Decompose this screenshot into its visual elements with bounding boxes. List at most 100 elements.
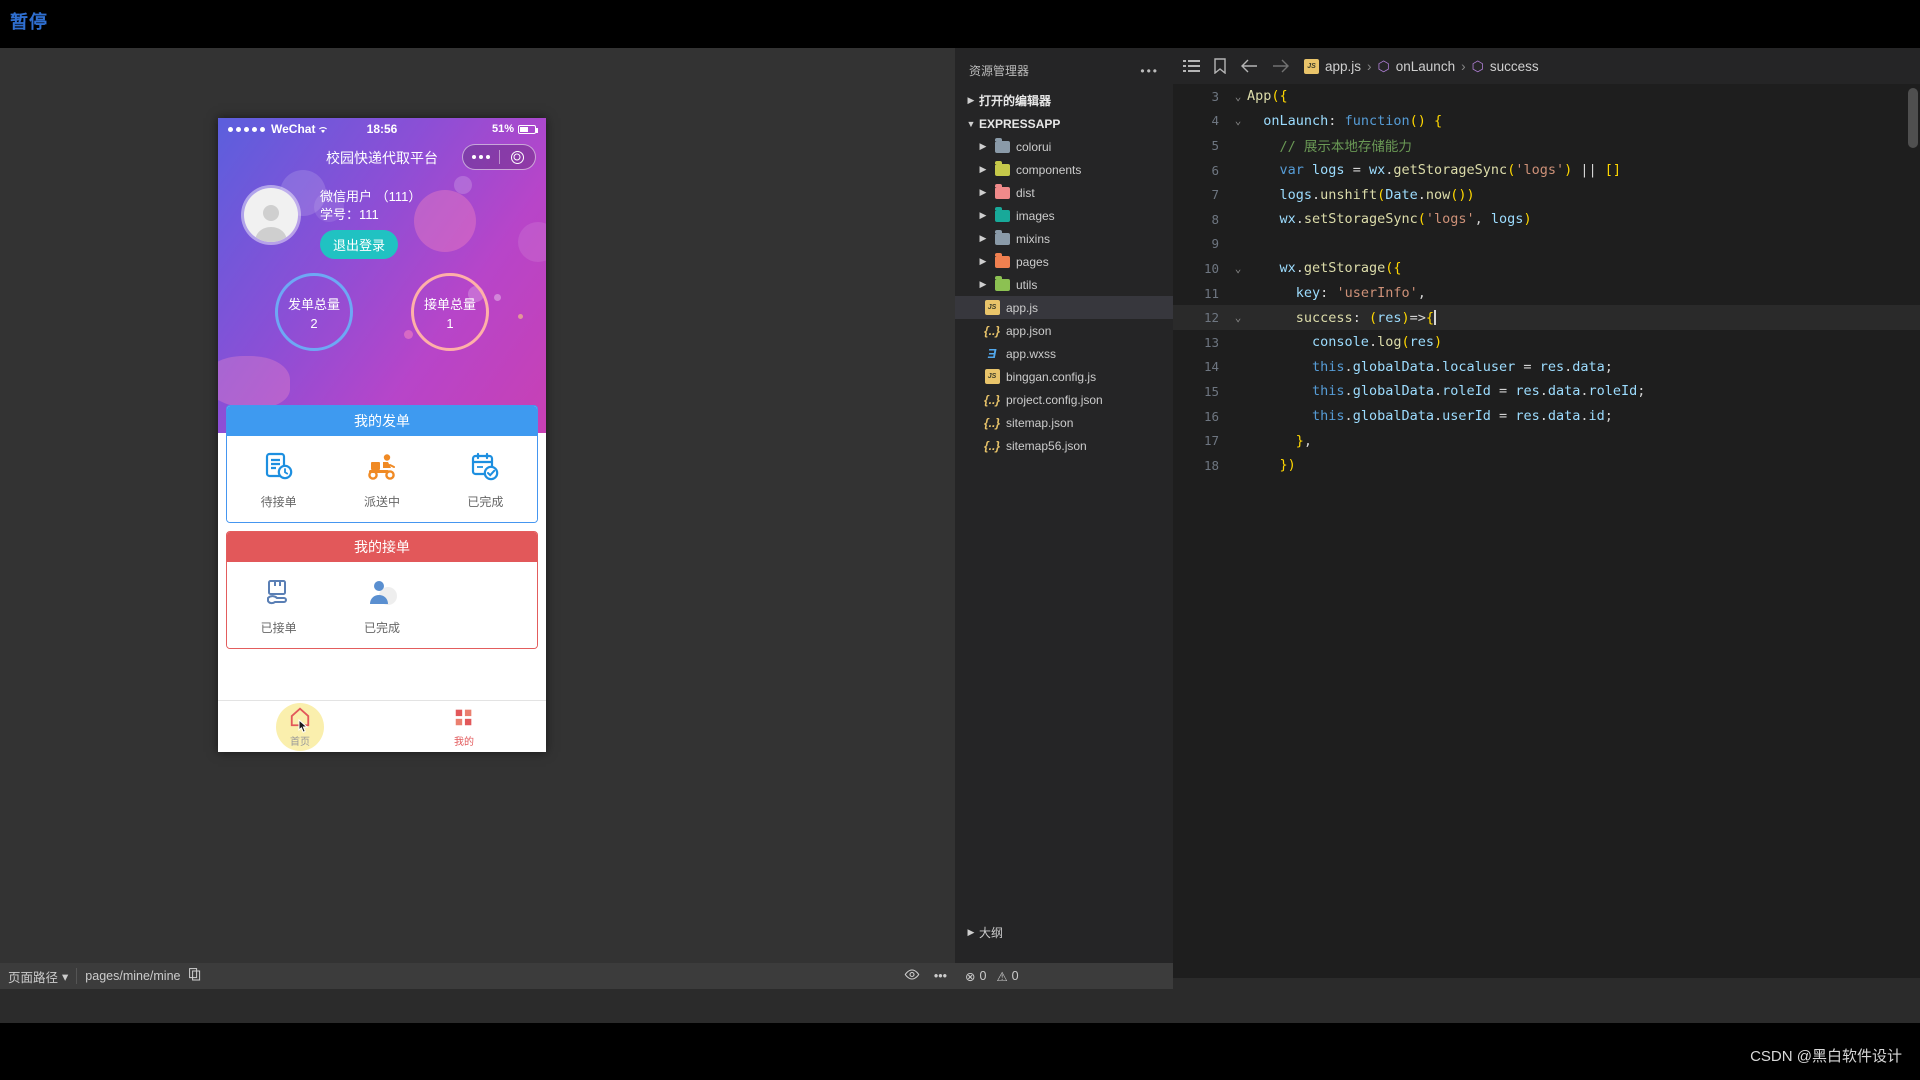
folder-label: mixins <box>1016 231 1051 246</box>
code-line: 19 // this.getOpenid(); <box>1173 478 1920 484</box>
stats-row: 发单总量 2 接单总量 1 <box>218 259 546 351</box>
editor-scrollbar[interactable] <box>1908 88 1918 148</box>
explorer-file-projectconfigjson[interactable]: {..} project.config.json <box>955 388 1173 411</box>
explorer-open-editors[interactable]: ▶ 打开的编辑器 <box>955 89 1173 112</box>
logout-button[interactable]: 退出登录 <box>320 230 399 259</box>
phone-hero: WeChat 18:56 51% 校园快递代取平台 微信用户 （111） 学号：… <box>218 118 546 433</box>
js-file-icon: JS <box>981 369 1003 384</box>
explorer-file-appwxss[interactable]: Ǝ app.wxss <box>955 342 1173 365</box>
pause-label: 暂停 <box>10 12 48 32</box>
stat-title: 接单总量 <box>423 296 476 312</box>
chevron-right-icon[interactable]: ▶ <box>975 256 991 267</box>
breadcrumb-file[interactable]: app.js <box>1325 59 1361 74</box>
chevron-right-icon[interactable]: ▶ <box>975 164 991 175</box>
more-horizontal-icon[interactable]: ••• <box>934 969 947 983</box>
explorer-file-bingganconfigjs[interactable]: JS binggan.config.js <box>955 365 1173 388</box>
explorer-project-root[interactable]: ▼ EXPRESSAPP <box>955 112 1173 135</box>
explorer-file-sitemap56json[interactable]: {..} sitemap56.json <box>955 434 1173 457</box>
hand-package-icon <box>264 576 294 610</box>
explorer-folder-dist[interactable]: ▶ dist <box>955 181 1173 204</box>
line-number: 19 <box>1173 482 1229 484</box>
chevron-right-icon[interactable]: ▶ <box>963 95 979 106</box>
cell-completed-sent[interactable]: 已完成 <box>434 450 537 510</box>
chevron-right-icon[interactable]: ▶ <box>975 233 991 244</box>
fold-toggle[interactable]: ⌄ <box>1229 114 1247 127</box>
code-line: 15 this.globalData.roleId = res.data.rol… <box>1173 379 1920 404</box>
divider <box>76 968 78 984</box>
person-check-icon <box>366 576 398 610</box>
mouse-cursor <box>294 718 312 745</box>
signal-dots-icon: WeChat <box>228 122 328 136</box>
explorer-file-sitemapjson[interactable]: {..} sitemap.json <box>955 411 1173 434</box>
phone-simulator[interactable]: WeChat 18:56 51% 校园快递代取平台 微信用户 （111） 学号：… <box>218 118 546 752</box>
eye-icon[interactable] <box>904 969 920 983</box>
card-cells: 待接单 派送中 已完成 <box>227 436 537 522</box>
fold-toggle[interactable]: ⌄ <box>1229 262 1247 275</box>
tabbar-item-mine[interactable]: 我的 <box>382 701 546 752</box>
file-label: binggan.config.js <box>1006 369 1097 384</box>
explorer-folder-components[interactable]: ▶ components <box>955 158 1173 181</box>
fold-toggle[interactable]: ⌄ <box>1229 311 1247 324</box>
avatar[interactable] <box>244 188 298 242</box>
explorer-folder-mixins[interactable]: ▶ mixins <box>955 227 1173 250</box>
list-icon[interactable] <box>1183 59 1200 73</box>
copy-icon[interactable] <box>188 968 201 984</box>
bookmark-icon[interactable] <box>1214 58 1226 74</box>
more-horizontal-icon[interactable]: ••• <box>1140 64 1159 78</box>
explorer-file-appjson[interactable]: {..} app.json <box>955 319 1173 342</box>
code-line: 7 logs.unshift(Date.now()) <box>1173 182 1920 207</box>
explorer-folder-colorui[interactable]: ▶ colorui <box>955 135 1173 158</box>
editor-toolbar: JS app.js › ⬡ onLaunch › ⬡ success <box>1173 48 1920 84</box>
chevron-right-icon[interactable]: ▶ <box>975 279 991 290</box>
explorer-folder-utils[interactable]: ▶ utils <box>955 273 1173 296</box>
error-count: 0 <box>979 969 987 983</box>
decor-blob <box>218 356 290 408</box>
explorer-folder-images[interactable]: ▶ images <box>955 204 1173 227</box>
folder-label: components <box>1016 162 1082 177</box>
page-path-selector[interactable]: 页面路径 ▾ <box>8 967 68 986</box>
cell-accepted[interactable]: 已接单 <box>227 576 330 636</box>
watermark: CSDN @黑白软件设计 <box>1750 1048 1902 1065</box>
css-file-icon: Ǝ <box>987 346 997 361</box>
breadcrumb[interactable]: JS app.js › ⬡ onLaunch › ⬡ success <box>1304 58 1539 75</box>
fold-toggle[interactable]: ⌄ <box>1229 90 1247 103</box>
code-line: 18 }) <box>1173 453 1920 478</box>
symbol-icon: ⬡ <box>1377 57 1390 74</box>
explorer-folder-pages[interactable]: ▶ pages <box>955 250 1173 273</box>
file-label: project.config.json <box>1006 392 1103 407</box>
code-line: 16 this.globalData.userId = res.data.id; <box>1173 404 1920 429</box>
more-dots-icon[interactable] <box>463 155 499 159</box>
close-circle-icon[interactable] <box>500 150 536 164</box>
line-number: 4 <box>1211 113 1219 129</box>
wechat-capsule[interactable] <box>462 144 536 170</box>
stat-taken-orders[interactable]: 接单总量 1 <box>411 273 489 351</box>
file-label: sitemap.json <box>1006 415 1074 430</box>
forward-arrow-icon[interactable] <box>1272 59 1290 73</box>
cell-delivering[interactable]: 派送中 <box>330 450 433 510</box>
breadcrumb-symbol-1[interactable]: onLaunch <box>1396 59 1455 74</box>
cell-completed-taken[interactable]: 已完成 <box>330 576 433 636</box>
stat-sent-orders[interactable]: 发单总量 2 <box>275 273 353 351</box>
back-arrow-icon[interactable] <box>1240 59 1258 73</box>
chevron-right-icon[interactable]: ▶ <box>975 141 991 152</box>
explorer-file-appjs[interactable]: JS app.js <box>955 296 1173 319</box>
bottom-black-strip <box>0 1023 1920 1080</box>
problems-status-bar: ⊗ 0 ⚠ 0 <box>955 963 1173 989</box>
warning-indicator[interactable]: ⚠ 0 <box>996 969 1018 984</box>
error-indicator[interactable]: ⊗ 0 <box>965 969 986 984</box>
line-number: 7 <box>1211 187 1219 203</box>
page-path-label: 页面路径 <box>8 970 59 985</box>
code-area[interactable]: 3 ⌄ App({ 4 ⌄ onLaunch: function() { 5 // 展… <box>1173 84 1920 484</box>
explorer-outline-section[interactable]: ▶ 大纲 <box>955 920 1173 944</box>
code-line: 9 <box>1173 232 1920 257</box>
code-line: 13 console.log(res) <box>1173 330 1920 355</box>
chevron-right-icon[interactable]: ▶ <box>975 187 991 198</box>
chevron-right-icon[interactable]: ▶ <box>963 927 979 938</box>
line-number: 17 <box>1203 433 1219 449</box>
json-file-icon: {..} <box>983 438 1000 453</box>
cell-pending[interactable]: 待接单 <box>227 450 330 510</box>
chevron-right-icon[interactable]: ▶ <box>975 210 991 221</box>
line-number: 9 <box>1211 236 1219 252</box>
breadcrumb-symbol-2[interactable]: success <box>1490 59 1539 74</box>
chevron-down-icon[interactable]: ▼ <box>963 119 979 129</box>
